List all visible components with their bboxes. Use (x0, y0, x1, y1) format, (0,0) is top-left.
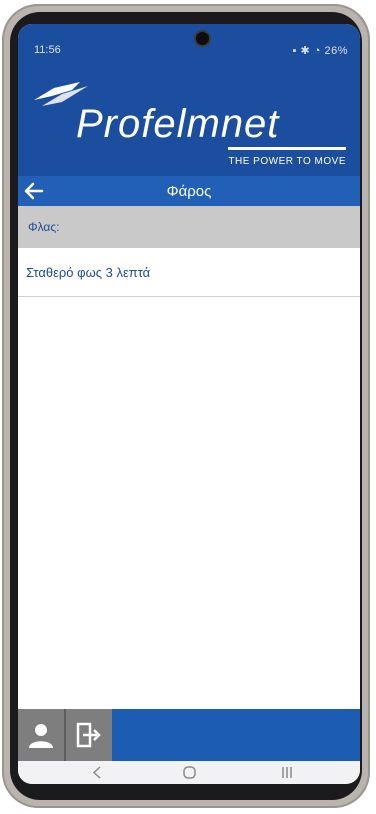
status-time: 11:56 (34, 44, 61, 56)
brand-underline (228, 147, 346, 150)
bottom-toolbar (18, 709, 360, 761)
page-title: Φάρος (166, 183, 212, 200)
front-camera (194, 30, 211, 47)
logout-button[interactable] (66, 709, 112, 761)
brand-tagline: THE POWER TO MOVE (228, 156, 346, 167)
user-icon (29, 724, 53, 748)
status-indicators: ▪ ✱ ◔ 26% (293, 44, 348, 57)
android-nav-bar (18, 761, 360, 784)
battery-icon: ▪ ✱ ◔ (292, 45, 325, 57)
app-header: Profelmnet THE POWER TO MOVE (18, 60, 360, 176)
home-circle-icon[interactable] (182, 765, 197, 780)
section-header: Φλας: (18, 206, 360, 249)
recents-icon[interactable] (280, 765, 294, 780)
logout-icon (76, 722, 101, 748)
section-label: Φλας: (28, 220, 60, 234)
nav-bar: Φάρος (18, 176, 360, 206)
status-bar: 11:56 ▪ ✱ ◔ 26% (18, 24, 360, 60)
content-area (18, 297, 360, 709)
brand-name: Profelmnet (76, 102, 280, 146)
option-item[interactable]: Σταθερό φως 3 λεπτά (18, 248, 360, 297)
battery-level: 26% (324, 45, 348, 57)
chevron-left-icon[interactable] (90, 765, 104, 780)
profile-button[interactable] (18, 709, 64, 761)
option-label: Σταθερό φως 3 λεπτά (26, 265, 151, 280)
app-screen: 11:56 ▪ ✱ ◔ 26% Profelmnet THE POWER TO … (18, 24, 360, 784)
